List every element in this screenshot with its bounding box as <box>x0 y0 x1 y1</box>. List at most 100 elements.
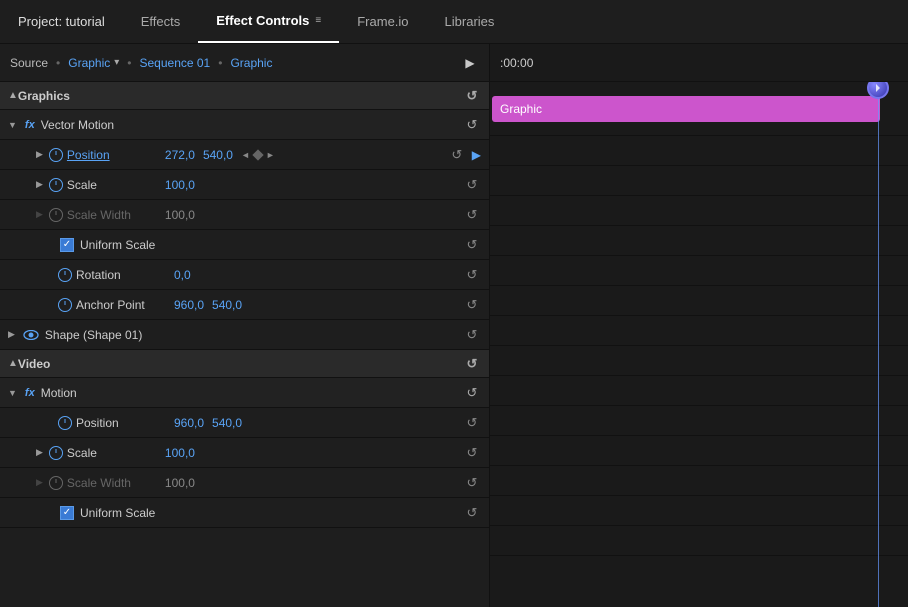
source-seq-graphic[interactable]: Graphic <box>230 56 272 70</box>
anchor1-val1[interactable]: 960,0 <box>174 298 204 312</box>
position1-val1[interactable]: 272,0 <box>165 148 195 162</box>
position1-reset[interactable]: ↺ <box>448 146 466 164</box>
scale2-expand[interactable]: ▶ <box>36 447 43 458</box>
anchor1-val2[interactable]: 540,0 <box>212 298 242 312</box>
scale-width1-reset-icon: ↺ <box>467 207 478 223</box>
scale1-label[interactable]: Scale <box>67 178 157 192</box>
motion-reset-icon: ↺ <box>467 385 478 401</box>
rotation1-reset[interactable]: ↺ <box>463 266 481 284</box>
rotation1-label[interactable]: Rotation <box>76 268 166 282</box>
vector-motion-effect-row: ▼ fx Vector Motion ↺ <box>0 110 489 140</box>
scale1-clock-icon[interactable] <box>49 178 63 192</box>
position2-clock-icon[interactable] <box>58 416 72 430</box>
main-layout: Source • Graphic ▾ • Sequence 01 • Graph… <box>0 44 908 607</box>
uniform-scale1-label: Uniform Scale <box>80 238 155 252</box>
source-chevron[interactable]: ▾ <box>114 57 119 68</box>
uniform-scale1-reset-icon: ↺ <box>467 237 478 253</box>
rotation1-val[interactable]: 0,0 <box>174 268 191 282</box>
video-reset-btn[interactable]: ↺ <box>463 355 481 373</box>
video-section-header: ▲ Video ↺ <box>0 350 489 378</box>
motion-expand[interactable]: ▼ <box>8 388 17 398</box>
scale1-val1[interactable]: 100,0 <box>165 178 195 192</box>
fx-badge-2: fx <box>25 387 35 399</box>
tab-project[interactable]: Project: tutorial <box>0 0 123 43</box>
position1-row: ▶ Position 272,0 540,0 ◄ ► ↺ ▶ <box>0 140 489 170</box>
source-sep3: • <box>218 56 222 70</box>
uniform-scale2-checkbox[interactable]: ✓ <box>60 506 74 520</box>
source-label: Source <box>10 56 48 70</box>
scale-width1-label: Scale Width <box>67 208 157 222</box>
motion-reset[interactable]: ↺ <box>463 384 481 402</box>
scale2-clock-icon[interactable] <box>49 446 63 460</box>
position2-reset[interactable]: ↺ <box>463 414 481 432</box>
graphics-reset-btn[interactable]: ↺ <box>463 87 481 105</box>
position1-expand[interactable]: ▶ <box>36 149 43 160</box>
position2-label[interactable]: Position <box>76 416 166 430</box>
tab-frameio[interactable]: Frame.io <box>339 0 426 43</box>
source-sep2: • <box>127 56 131 70</box>
position1-val2[interactable]: 540,0 <box>203 148 233 162</box>
graphics-section-header: ▲ Graphics ↺ <box>0 82 489 110</box>
vector-motion-reset[interactable]: ↺ <box>463 116 481 134</box>
tab-menu-icon[interactable]: ≡ <box>315 15 321 26</box>
vector-motion-expand[interactable]: ▼ <box>8 120 17 130</box>
uniform-scale2-reset-icon: ↺ <box>467 505 478 521</box>
timeline-body: Graphic <box>490 82 908 607</box>
scale-width2-val: 100,0 <box>165 476 195 490</box>
scale-width2-clock-icon <box>49 476 63 490</box>
position1-label[interactable]: Position <box>67 148 157 162</box>
scale1-row: ▶ Scale 100,0 ↺ <box>0 170 489 200</box>
scale-width1-row: ▶ Scale Width 100,0 ↺ <box>0 200 489 230</box>
scale-width2-reset[interactable]: ↺ <box>463 474 481 492</box>
scale2-reset[interactable]: ↺ <box>463 444 481 462</box>
anchor1-clock-icon[interactable] <box>58 298 72 312</box>
position2-val1[interactable]: 960,0 <box>174 416 204 430</box>
uniform-scale2-check: ✓ <box>63 508 71 518</box>
tab-bar: Project: tutorial Effects Effect Control… <box>0 0 908 44</box>
graphics-collapse-btn[interactable]: ▲ <box>8 90 18 101</box>
scale1-reset[interactable]: ↺ <box>463 176 481 194</box>
tab-effect-controls[interactable]: Effect Controls ≡ <box>198 0 339 43</box>
uniform-scale1-reset[interactable]: ↺ <box>463 236 481 254</box>
anchor1-row: Anchor Point 960,0 540,0 ↺ <box>0 290 489 320</box>
scale-width2-row: ▶ Scale Width 100,0 ↺ <box>0 468 489 498</box>
scale2-label[interactable]: Scale <box>67 446 157 460</box>
playhead-line <box>878 82 879 607</box>
rotation1-clock-icon[interactable] <box>58 268 72 282</box>
keyframe-diamond[interactable] <box>252 149 263 160</box>
source-sequence[interactable]: Sequence 01 <box>140 56 211 70</box>
position1-clock-icon[interactable] <box>49 148 63 162</box>
timeline-row-6 <box>490 286 908 316</box>
uniform-scale2-label: Uniform Scale <box>80 506 155 520</box>
timecode-display: :00:00 <box>500 56 533 70</box>
timeline-row-1 <box>490 136 908 166</box>
graphic-block[interactable]: Graphic <box>492 96 880 122</box>
prev-keyframe-btn[interactable]: ◄ <box>241 150 250 160</box>
shape-expand[interactable]: ▶ <box>8 329 15 340</box>
video-collapse-btn[interactable]: ▲ <box>8 358 18 369</box>
shape-eye-icon[interactable] <box>23 327 39 343</box>
next-keyframe-btn[interactable]: ► <box>266 150 275 160</box>
tab-effects[interactable]: Effects <box>123 0 199 43</box>
anchor1-reset[interactable]: ↺ <box>463 296 481 314</box>
rotation1-reset-icon: ↺ <box>467 267 478 283</box>
source-dropdown[interactable]: Graphic <box>68 56 110 70</box>
uniform-scale1-checkbox[interactable]: ✓ <box>60 238 74 252</box>
scale1-expand[interactable]: ▶ <box>36 179 43 190</box>
shape-row: ▶ Shape (Shape 01) ↺ <box>0 320 489 350</box>
position1-reset-icon: ↺ <box>451 147 462 163</box>
timeline-row-12 <box>490 466 908 496</box>
timeline-row-5 <box>490 256 908 286</box>
anchor1-label[interactable]: Anchor Point <box>76 298 166 312</box>
source-sep1: • <box>56 56 60 70</box>
uniform-scale2-reset[interactable]: ↺ <box>463 504 481 522</box>
scale2-val1[interactable]: 100,0 <box>165 446 195 460</box>
source-play-button[interactable]: ▶ <box>461 54 479 72</box>
position2-reset-icon: ↺ <box>467 415 478 431</box>
position1-arrow-btn[interactable]: ▶ <box>472 148 481 162</box>
vector-motion-label: Vector Motion <box>41 118 114 132</box>
shape-reset[interactable]: ↺ <box>463 326 481 344</box>
position2-val2[interactable]: 540,0 <box>212 416 242 430</box>
tab-libraries[interactable]: Libraries <box>427 0 513 43</box>
scale-width1-reset[interactable]: ↺ <box>463 206 481 224</box>
